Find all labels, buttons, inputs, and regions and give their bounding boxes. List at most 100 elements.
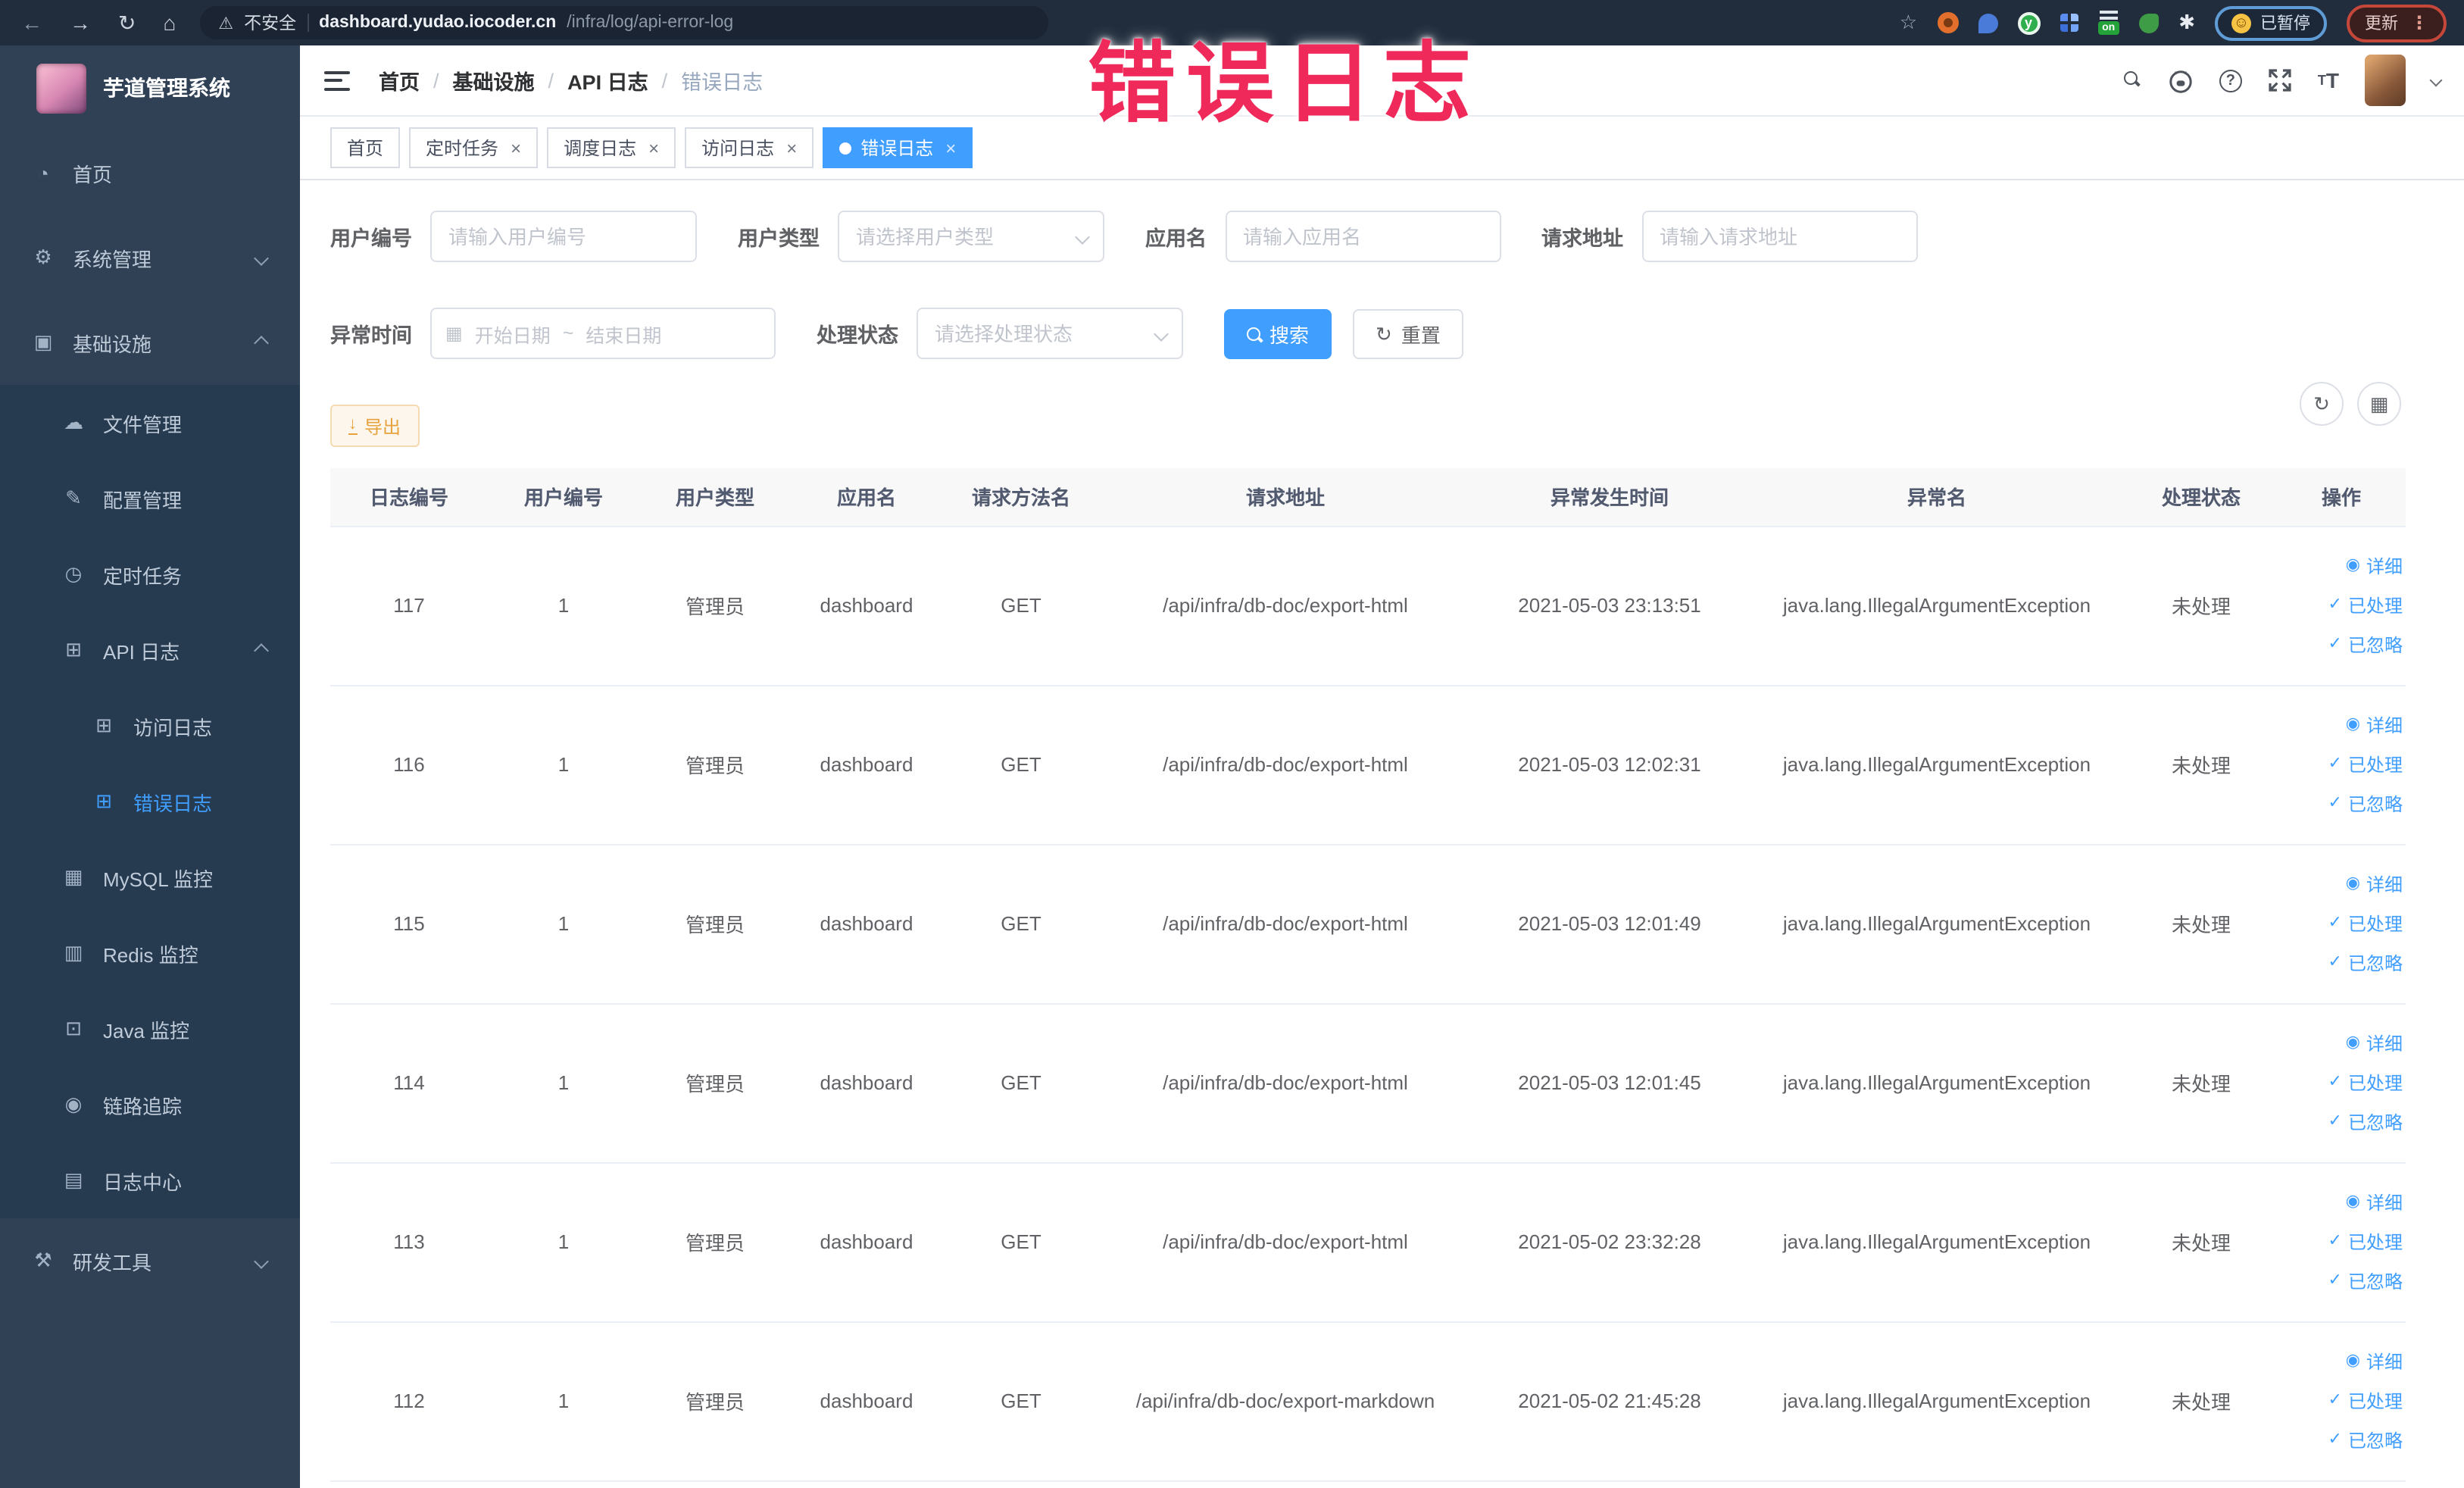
reset-button[interactable]: ↻ 重置 (1353, 308, 1463, 358)
export-button[interactable]: ↓ 导出 (330, 405, 420, 447)
request-url-input[interactable] (1641, 211, 1917, 262)
sidebar-item-home[interactable]: ◔ 首页 (0, 130, 300, 215)
sidebar-item-file[interactable]: ☁ 文件管理 (0, 385, 300, 461)
close-icon[interactable]: × (511, 137, 521, 158)
close-icon[interactable]: × (648, 137, 659, 158)
screen: ← → ↻ ⌂ ⚠ 不安全 dashboard.yudao.iocoder.cn… (0, 0, 2464, 1488)
help-icon[interactable]: ? (2219, 69, 2242, 92)
sidebar-item-api-log[interactable]: ⊞ API 日志 (0, 612, 300, 688)
overflow-menu-icon[interactable]: ⋮ (2410, 12, 2428, 33)
sidebar-item-java[interactable]: ⊡ Java 监控 (0, 991, 300, 1067)
forward-icon[interactable]: → (70, 11, 91, 35)
extension-switch-icon[interactable]: on (2097, 11, 2120, 35)
home-icon[interactable]: ⌂ (163, 11, 176, 35)
action-ignored[interactable]: ✓ 已忽略 (2283, 1421, 2403, 1460)
reload-icon[interactable]: ↻ (118, 10, 136, 36)
extension-orange-icon[interactable] (1937, 12, 1959, 33)
chevron-down-icon[interactable] (2429, 73, 2443, 87)
action-processed[interactable]: ✓ 已处理 (2283, 586, 2403, 625)
action-label: 详细 (2366, 874, 2403, 896)
refresh-table-button[interactable]: ↻ (2300, 382, 2344, 426)
breadcrumb-item-2[interactable]: API 日志 (567, 65, 648, 95)
close-icon[interactable]: × (786, 137, 797, 158)
extensions-puzzle-icon[interactable]: ✱ (2178, 11, 2195, 35)
action-processed[interactable]: ✓ 已处理 (2283, 1222, 2403, 1261)
tab-job[interactable]: 定时任务 × (409, 127, 539, 168)
breadcrumb: 首页 / 基础设施 / API 日志 / 错误日志 (379, 65, 763, 95)
warning-icon: ⚠ (218, 14, 234, 33)
action-detail[interactable]: ◉ 详细 (2283, 1024, 2403, 1063)
action-ignored[interactable]: ✓ 已忽略 (2283, 943, 2403, 983)
extension-plant-icon[interactable] (2139, 13, 2160, 33)
action-processed[interactable]: ✓ 已处理 (2283, 745, 2403, 784)
cell-exception: java.lang.IllegalArgumentException (1748, 1003, 2125, 1163)
action-processed[interactable]: ✓ 已处理 (2283, 1381, 2403, 1421)
breadcrumb-item-0[interactable]: 首页 (379, 65, 420, 95)
bookmark-star-icon[interactable]: ☆ (1900, 11, 1917, 35)
sidebar-item-config[interactable]: ✎ 配置管理 (0, 461, 300, 536)
sidebar-item-dev-tools[interactable]: ⚒ 研发工具 (0, 1218, 300, 1303)
search-icon[interactable] (2123, 71, 2142, 89)
extension-grid-icon[interactable] (2060, 14, 2078, 32)
check-icon: ✓ (2328, 596, 2342, 614)
action-detail[interactable]: ◉ 详细 (2283, 705, 2403, 745)
github-icon[interactable] (2168, 67, 2194, 93)
extension-green-icon[interactable]: y (2017, 11, 2041, 34)
action-ignored[interactable]: ✓ 已忽略 (2283, 1261, 2403, 1301)
user-type-label: 用户类型 (738, 227, 820, 250)
action-detail[interactable]: ◉ 详细 (2283, 546, 2403, 586)
address-bar[interactable]: ⚠ 不安全 dashboard.yudao.iocoder.cn/infra/l… (200, 6, 1049, 39)
extension-blue-icon[interactable] (1978, 13, 1998, 33)
sidebar-item-job[interactable]: ◷ 定时任务 (0, 536, 300, 612)
sidebar-item-label: 文件管理 (103, 413, 183, 436)
app-name-input[interactable] (1225, 211, 1501, 262)
close-icon[interactable]: × (945, 137, 956, 158)
check-icon: ✓ (2328, 914, 2342, 932)
update-button[interactable]: 更新 ⋮ (2347, 4, 2447, 42)
tab-home[interactable]: 首页 (330, 127, 401, 168)
tab-error-log[interactable]: 错误日志 × (823, 127, 973, 168)
sidebar-item-infra[interactable]: ▣ 基础设施 (0, 300, 300, 385)
sidebar-toggle-icon[interactable] (324, 70, 350, 90)
action-processed[interactable]: ✓ 已处理 (2283, 904, 2403, 943)
sidebar-item-redis[interactable]: ▥ Redis 监控 (0, 915, 300, 991)
breadcrumb-item-1[interactable]: 基础设施 (453, 65, 535, 95)
action-ignored[interactable]: ✓ 已忽略 (2283, 784, 2403, 824)
sidebar-item-mysql[interactable]: ▦ MySQL 监控 (0, 839, 300, 915)
action-detail[interactable]: ◉ 详细 (2283, 1342, 2403, 1381)
font-size-icon[interactable]: TT (2318, 68, 2339, 92)
search-button[interactable]: 搜索 (1224, 308, 1332, 358)
sidebar-item-log-center[interactable]: ▤ 日志中心 (0, 1143, 300, 1218)
action-detail[interactable]: ◉ 详细 (2283, 1183, 2403, 1222)
security-label: 不安全 (244, 15, 297, 33)
user-avatar[interactable] (2365, 55, 2406, 106)
date-range-picker[interactable]: ▦ 开始日期 ~ 结束日期 (430, 308, 776, 359)
process-status-select[interactable] (917, 308, 1183, 359)
tab-access-log[interactable]: 访问日志 × (685, 127, 814, 168)
sidebar-item-error-log[interactable]: ⊞ 错误日志 (0, 764, 300, 839)
cell-url: /api/infra/db-doc/export-html (1100, 844, 1471, 1004)
action-ignored[interactable]: ✓ 已忽略 (2283, 1102, 2403, 1142)
action-detail[interactable]: ◉ 详细 (2283, 864, 2403, 904)
breadcrumb-item-3: 错误日志 (681, 71, 764, 94)
table-row: 112 1 管理员 dashboard GET/api/infra/db-doc/exp… (330, 1321, 2406, 1481)
process-status-select-input[interactable] (917, 308, 1183, 359)
app-logo-row[interactable]: 芋道管理系统 (0, 45, 300, 130)
back-icon[interactable]: ← (21, 11, 42, 35)
operations-cell: ◉ 详细 ✓ 已处理 ✓ 已忽略 (2277, 1321, 2406, 1481)
fullscreen-icon[interactable] (2268, 68, 2292, 92)
sidebar-item-system[interactable]: ⚙ 系统管理 (0, 215, 300, 300)
user-id-input[interactable] (430, 211, 697, 262)
user-type-select[interactable] (838, 211, 1104, 262)
user-type-select-input[interactable] (838, 211, 1104, 262)
cell-app_name: dashboard (791, 1321, 942, 1481)
column-settings-button[interactable]: ▦ (2357, 382, 2401, 426)
sidebar-item-trace[interactable]: ◉ 链路追踪 (0, 1067, 300, 1143)
action-ignored[interactable]: ✓ 已忽略 (2283, 625, 2403, 664)
profile-paused-badge[interactable]: ☺ 已暂停 (2215, 5, 2327, 40)
action-processed[interactable]: ✓ 已处理 (2283, 1063, 2403, 1102)
app-logo (36, 63, 86, 113)
sidebar-item-access-log[interactable]: ⊞ 访问日志 (0, 688, 300, 764)
action-label: 已处理 (2347, 596, 2403, 617)
tab-job-log[interactable]: 调度日志 × (547, 127, 676, 168)
